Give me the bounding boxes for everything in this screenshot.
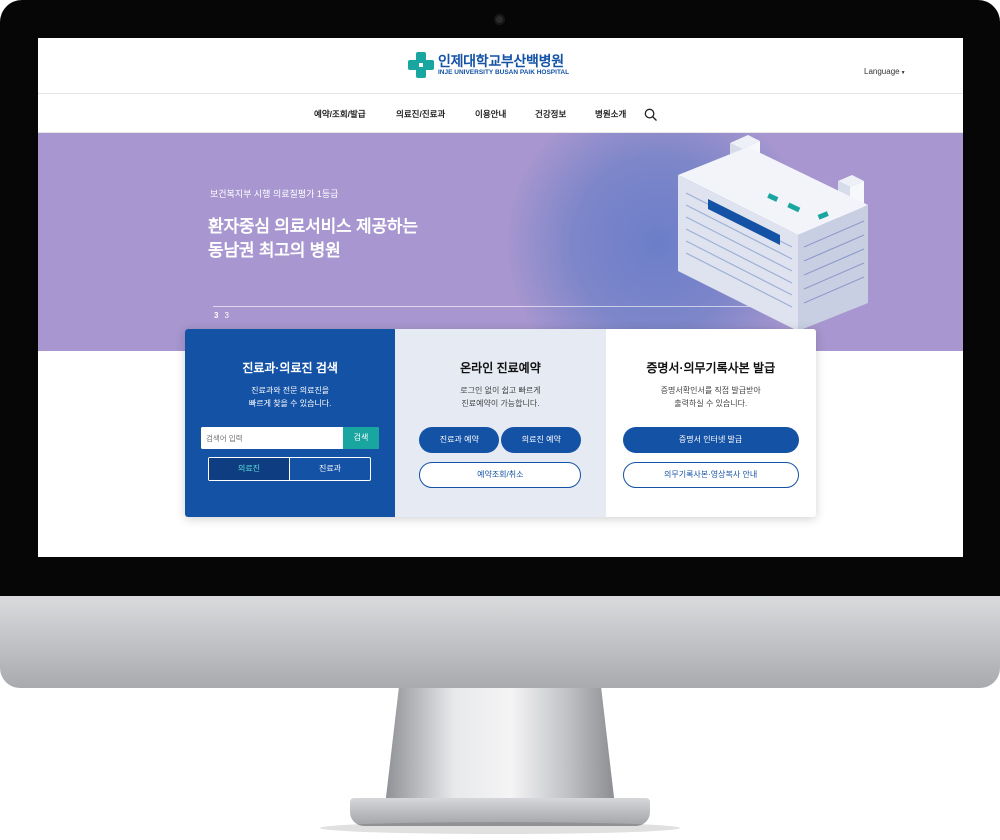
browser-viewport: 인제대학교부산백병원 INJE UNIVERSITY BUSAN PAIK HO… bbox=[38, 38, 963, 557]
hospital-building-illustration bbox=[678, 135, 868, 331]
certificate-issue-panel: 증명서·의무기록사본 발급 증명서확인서를 직접 발급받아 출력하실 수 있습니… bbox=[605, 329, 816, 517]
nav-item-health-info[interactable]: 건강정보 bbox=[535, 108, 566, 120]
reserve-by-doctor-button[interactable]: 의료진 예약 bbox=[501, 427, 582, 453]
reservation-check-cancel-button[interactable]: 예약조회/취소 bbox=[419, 462, 582, 488]
hero-title-line-1: 환자중심 의료서비스 제공하는 bbox=[208, 217, 418, 236]
cert-panel-description: 증명서확인서를 직접 발급받아 출력하실 수 있습니다. bbox=[606, 384, 816, 410]
reserve-desc-line-1: 로그인 없이 쉽고 빠르게 bbox=[460, 386, 541, 395]
toggle-department[interactable]: 진료과 bbox=[290, 458, 370, 480]
cert-desc-line-1: 증명서확인서를 직접 발급받아 bbox=[660, 386, 761, 395]
reserve-panel-title: 온라인 진료예약 bbox=[460, 361, 541, 375]
language-selector[interactable]: Language▼ bbox=[864, 67, 906, 76]
camera bbox=[494, 14, 505, 25]
hero-title: 환자중심 의료서비스 제공하는 동남권 최고의 병원 bbox=[208, 215, 418, 263]
main-navigation: 예약/조회/발급 의료진/진료과 이용안내 건강정보 병원소개 bbox=[38, 94, 963, 133]
online-certificate-button[interactable]: 증명서 인터넷 발급 bbox=[622, 427, 799, 453]
hero-banner: 보건복지부 시행 의료질평가 1등급 환자중심 의료서비스 제공하는 동남권 최… bbox=[38, 133, 963, 351]
search-button[interactable]: 검색 bbox=[343, 427, 379, 449]
slide-total: 3 bbox=[224, 311, 229, 320]
quick-service-panels: 진료과·의료진 검색 진료과와 전문 의료진을 빠르게 찾을 수 있습니다. 검… bbox=[185, 329, 816, 517]
slide-pager[interactable]: 33 bbox=[214, 311, 229, 320]
search-panel-description: 진료과와 전문 의료진을 빠르게 찾을 수 있습니다. bbox=[185, 384, 395, 410]
search-desc-line-2: 빠르게 찾을 수 있습니다. bbox=[248, 399, 332, 408]
hospital-logo[interactable]: 인제대학교부산백병원 INJE UNIVERSITY BUSAN PAIK HO… bbox=[408, 52, 569, 78]
online-reservation-panel: 온라인 진료예약 로그인 없이 쉽고 빠르게 진료예약이 가능합니다. 진료과 … bbox=[395, 329, 606, 517]
search-desc-line-1: 진료과와 전문 의료진을 bbox=[251, 386, 330, 395]
dept-doctor-search-panel: 진료과·의료진 검색 진료과와 전문 의료진을 빠르게 찾을 수 있습니다. 검… bbox=[185, 329, 396, 517]
monitor-stand bbox=[385, 688, 615, 806]
slide-current: 3 bbox=[214, 311, 219, 320]
cert-panel-title: 증명서·의무기록사본 발급 bbox=[646, 361, 776, 375]
caret-down-icon: ▼ bbox=[900, 70, 906, 76]
reserve-desc-line-2: 진료예약이 가능합니다. bbox=[461, 399, 540, 408]
cert-desc-line-2: 출력하실 수 있습니다. bbox=[674, 399, 748, 408]
monitor-chin bbox=[0, 596, 1000, 688]
search-icon[interactable] bbox=[644, 108, 657, 121]
stand-shadow bbox=[320, 822, 680, 834]
language-label: Language bbox=[864, 67, 900, 76]
search-box: 검색 bbox=[201, 427, 379, 449]
logo-english-name: INJE UNIVERSITY BUSAN PAIK HOSPITAL bbox=[438, 68, 570, 76]
site-header: 인제대학교부산백병원 INJE UNIVERSITY BUSAN PAIK HO… bbox=[38, 38, 963, 94]
hero-title-line-2: 동남권 최고의 병원 bbox=[208, 241, 341, 260]
search-type-toggle: 의료진 진료과 bbox=[208, 457, 371, 481]
nav-item-doctors[interactable]: 의료진/진료과 bbox=[396, 108, 445, 120]
nav-item-reservation[interactable]: 예약/조회/발급 bbox=[314, 108, 366, 120]
medical-record-copy-guide-button[interactable]: 의무기록사본·영상복사 안내 bbox=[622, 462, 799, 488]
nav-item-guide[interactable]: 이용안내 bbox=[475, 108, 506, 120]
reserve-by-dept-button[interactable]: 진료과 예약 bbox=[419, 427, 500, 453]
logo-cross-icon bbox=[408, 52, 434, 78]
search-panel-title: 진료과·의료진 검색 bbox=[242, 361, 338, 375]
reserve-panel-description: 로그인 없이 쉽고 빠르게 진료예약이 가능합니다. bbox=[395, 384, 605, 410]
search-input[interactable] bbox=[201, 427, 341, 449]
logo-korean-name: 인제대학교부산백병원 bbox=[438, 52, 564, 69]
hero-subtitle: 보건복지부 시행 의료질평가 1등급 bbox=[210, 189, 339, 199]
toggle-doctor[interactable]: 의료진 bbox=[209, 458, 290, 480]
nav-item-about[interactable]: 병원소개 bbox=[595, 108, 626, 120]
